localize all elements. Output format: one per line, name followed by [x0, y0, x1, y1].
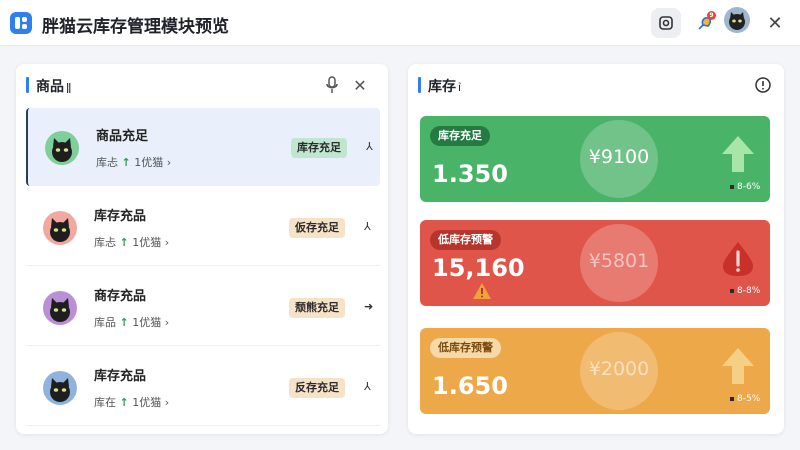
- trend-up-icon: ↑: [119, 396, 129, 409]
- card-quantity: 15,160: [432, 254, 525, 282]
- cat-avatar: [43, 371, 77, 405]
- products-title-text: 商品: [36, 79, 64, 95]
- products-panel-header: 商品 ǁ ✕: [16, 64, 388, 108]
- product-name: 商存充品: [94, 289, 147, 304]
- cat-avatar: [43, 291, 77, 325]
- cat-face-icon: [52, 138, 72, 162]
- status-badge: 反存充足: [289, 378, 345, 398]
- app-logo-icon: [10, 12, 32, 34]
- stock-value: 1优猫: [132, 396, 162, 409]
- stock-label: 库在: [94, 396, 116, 409]
- product-row[interactable]: 商存充品 库品 ↑ 1优猫 › 颓熊充足 ➜: [26, 268, 380, 346]
- section-accent-bar: [418, 77, 421, 93]
- status-badge: 仮存充足: [289, 218, 345, 238]
- product-stock-info: 库品 ↑ 1优猫 ›: [94, 314, 169, 330]
- close-icon: ✕: [353, 75, 367, 95]
- stock-value: 1优猫: [134, 156, 164, 169]
- info-button[interactable]: [752, 74, 774, 96]
- warning-icon: [723, 242, 753, 276]
- close-button[interactable]: ✕: [760, 8, 790, 38]
- app-title: 胖猫云库存管理模块预览: [42, 17, 229, 37]
- card-label: 库存充足: [430, 126, 490, 146]
- card-label: 低库存预警: [430, 338, 501, 358]
- row-action-icon[interactable]: ⅄: [364, 220, 371, 233]
- product-stock-info: 库忐 ↑ 1优猫 ›: [96, 154, 171, 170]
- section-accent-bar: [26, 77, 29, 93]
- product-name: 库存充品: [94, 369, 147, 384]
- close-icon: ✕: [767, 12, 783, 34]
- chevron-right-icon: ›: [164, 236, 170, 249]
- settings-button[interactable]: [651, 8, 681, 38]
- card-label: 低库存预警: [430, 230, 501, 250]
- inventory-panel: 库存ỉ 库存充足 1.350 ¥9100 8-6% 低库存预警 15,160: [408, 64, 784, 434]
- stock-label: 库忐: [94, 236, 116, 249]
- microphone-button[interactable]: [321, 74, 343, 96]
- panel-close-button[interactable]: ✕: [349, 74, 371, 96]
- chevron-right-icon: ›: [164, 316, 170, 329]
- status-badge: 颓熊充足: [289, 298, 345, 318]
- products-panel: 商品 ǁ ✕ 商品充足 库忐 ↑ 1优猫 › 库存充足 ⅄ 库存充品 库忐 ↑ …: [16, 64, 388, 434]
- chevron-right-icon: ›: [164, 396, 170, 409]
- stock-value: 1优猫: [132, 236, 162, 249]
- product-row[interactable]: 库存充品 库在 ↑ 1优猫 › 反存充足 ⅄: [26, 348, 380, 426]
- cat-avatar: [45, 131, 79, 165]
- card-price: ¥5801: [588, 250, 650, 272]
- product-row[interactable]: 库存充品 库忐 ↑ 1优猫 › 仮存充足 ⅄: [26, 188, 380, 266]
- trend-up-icon: ↑: [119, 316, 129, 329]
- cat-face-icon: [50, 378, 70, 402]
- product-name: 商品充足: [96, 129, 149, 144]
- title-bar: 胖猫云库存管理模块预览 9 ✕: [0, 0, 800, 46]
- inventory-title-text: 库存: [428, 79, 456, 95]
- product-row[interactable]: 商品充足 库忐 ↑ 1优猫 › 库存充足 ⅄: [26, 108, 380, 186]
- stock-label: 库品: [94, 316, 116, 329]
- product-list: 商品充足 库忐 ↑ 1优猫 › 库存充足 ⅄ 库存充品 库忐 ↑ 1优猫 › 仮…: [26, 108, 380, 434]
- trend-up-icon: ↑: [119, 236, 129, 249]
- product-stock-info: 库忐 ↑ 1优猫 ›: [94, 234, 169, 250]
- card-price: ¥9100: [588, 146, 650, 168]
- cat-face-icon: [50, 218, 70, 242]
- status-badge: 库存充足: [291, 138, 347, 158]
- card-delta: 8-5%: [730, 394, 760, 404]
- card-delta: 8-8%: [730, 286, 760, 296]
- microphone-icon: [326, 76, 338, 93]
- stock-card-low-warning[interactable]: 低库存预警 15,160 ¥5801 8-8%: [420, 220, 770, 306]
- card-delta: 8-6%: [730, 182, 760, 192]
- settings-icon: [659, 16, 673, 30]
- products-title-mark: ǁ: [66, 81, 72, 94]
- stock-card-low-warning-2[interactable]: 低库存预警 1.650 ¥2000 8-5%: [420, 328, 770, 414]
- row-action-icon[interactable]: ⅄: [366, 140, 373, 153]
- cat-face-icon: [50, 298, 70, 322]
- row-action-icon[interactable]: ⅄: [364, 380, 371, 393]
- inventory-panel-header: 库存 ỉ: [408, 64, 784, 108]
- cat-avatar-icon: [729, 12, 745, 30]
- notification-badge: 9: [707, 11, 716, 20]
- stock-value: 1优猫: [132, 316, 162, 329]
- product-stock-info: 库在 ↑ 1优猫 ›: [94, 394, 169, 410]
- card-quantity: 1.350: [432, 160, 508, 188]
- user-avatar[interactable]: [724, 7, 750, 33]
- products-panel-title: 商品 ǁ: [36, 76, 71, 96]
- chevron-right-icon: ›: [166, 156, 172, 169]
- up-arrow-icon: [722, 348, 754, 384]
- up-arrow-icon: [722, 136, 754, 172]
- row-action-icon[interactable]: ➜: [364, 300, 373, 313]
- card-quantity: 1.650: [432, 372, 508, 400]
- inventory-title-mark: ỉ: [458, 81, 462, 94]
- info-icon: [755, 77, 771, 93]
- warning-small-icon: [473, 283, 491, 299]
- product-name: 库存充品: [94, 209, 147, 224]
- card-price: ¥2000: [588, 358, 650, 380]
- stock-card-sufficient[interactable]: 库存充足 1.350 ¥9100 8-6%: [420, 116, 770, 202]
- inventory-panel-title: 库存 ỉ: [428, 76, 461, 96]
- stock-label: 库忐: [96, 156, 118, 169]
- cat-avatar: [43, 211, 77, 245]
- trend-up-icon: ↑: [121, 156, 131, 169]
- notification-button[interactable]: 9: [690, 8, 720, 38]
